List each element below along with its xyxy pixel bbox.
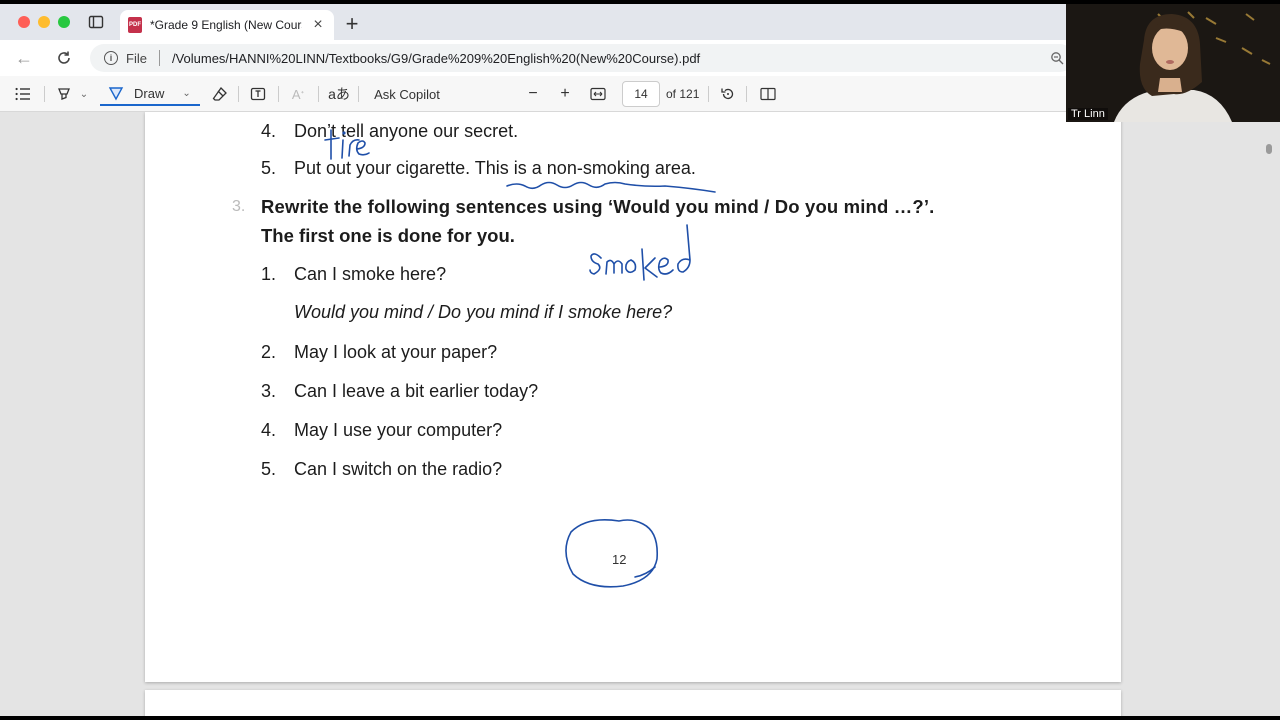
maximize-window-button[interactable] bbox=[58, 16, 70, 28]
toolbar-divider bbox=[708, 86, 709, 102]
close-tab-icon[interactable]: × bbox=[310, 16, 326, 33]
item-text: Can I smoke here? bbox=[294, 264, 447, 284]
item-number: 4. bbox=[261, 420, 277, 440]
item-text: Don’t tell anyone our secret. bbox=[294, 121, 519, 141]
page-number: 12 bbox=[612, 552, 627, 567]
pdf-next-page bbox=[145, 690, 1121, 716]
tab-active[interactable]: PDF *Grade 9 English (New Course) × bbox=[120, 10, 334, 40]
page-view-icon[interactable] bbox=[756, 82, 780, 106]
ink-word-smoked bbox=[589, 224, 691, 281]
tab-title: *Grade 9 English (New Course) bbox=[150, 18, 302, 32]
item-text: Put out your cigarette. This is a non-sm… bbox=[294, 158, 696, 178]
chevron-down-icon: ⌄ bbox=[182, 87, 191, 99]
presenter-video bbox=[1066, 4, 1280, 122]
pdf-icon: PDF bbox=[128, 17, 142, 33]
toolbar-divider bbox=[318, 86, 319, 102]
exercise-instruction: The first one is done for you. bbox=[261, 225, 515, 246]
item-number: 4. bbox=[261, 121, 277, 141]
item-text: May I look at your paper? bbox=[294, 342, 498, 362]
item-number: 2. bbox=[261, 342, 277, 362]
address-bar[interactable]: i File /Volumes/HANNI%20LINN/Textbooks/G… bbox=[90, 44, 1074, 72]
webcam-overlay: Tr Linn bbox=[1066, 4, 1280, 122]
reload-icon[interactable] bbox=[52, 46, 76, 70]
pdf-viewer[interactable]: 4. Don’t tell anyone our secret. 5. Put … bbox=[0, 112, 1280, 716]
pen-icon bbox=[108, 87, 124, 101]
scrollbar-thumb[interactable] bbox=[1266, 144, 1272, 154]
read-aloud-icon[interactable]: Aᐩ bbox=[286, 82, 310, 106]
zoom-icon[interactable] bbox=[1050, 51, 1064, 65]
ask-copilot-button[interactable]: Ask Copilot bbox=[370, 82, 444, 106]
item-number: 1. bbox=[261, 264, 277, 284]
translate-icon[interactable]: aあ bbox=[326, 82, 352, 106]
toolbar-divider bbox=[746, 86, 747, 102]
contents-list-icon[interactable] bbox=[10, 82, 36, 106]
highlight-tool-button[interactable]: ⌄ bbox=[52, 82, 92, 106]
text-box-icon[interactable] bbox=[246, 82, 270, 106]
item-number: 3. bbox=[261, 381, 277, 401]
item-number: 5. bbox=[261, 459, 277, 479]
new-tab-button[interactable]: + bbox=[340, 11, 364, 36]
zoom-in-icon[interactable]: + bbox=[554, 82, 576, 106]
url-divider bbox=[158, 50, 160, 66]
info-icon[interactable]: i bbox=[104, 51, 118, 65]
back-arrow-icon[interactable]: ← bbox=[12, 46, 36, 70]
zoom-out-icon[interactable]: − bbox=[522, 82, 544, 106]
item-number: 5. bbox=[261, 158, 277, 178]
exercise-instruction: Rewrite the following sentences using ‘W… bbox=[261, 196, 935, 217]
close-window-button[interactable] bbox=[18, 16, 30, 28]
chevron-down-icon: ⌄ bbox=[79, 88, 89, 100]
url-scheme: File bbox=[126, 50, 147, 66]
tab-actions-icon[interactable] bbox=[84, 10, 108, 34]
pdf-page: 4. Don’t tell anyone our secret. 5. Put … bbox=[145, 112, 1121, 682]
draw-tool-button[interactable]: Draw ⌄ bbox=[100, 82, 200, 106]
item-text: Can I switch on the radio? bbox=[294, 459, 503, 479]
item-text: May I use your computer? bbox=[294, 420, 503, 440]
item-text: Can I leave a bit earlier today? bbox=[294, 381, 539, 401]
toolbar-divider bbox=[238, 86, 239, 102]
highlighter-icon bbox=[57, 88, 70, 100]
toolbar-divider bbox=[44, 86, 45, 102]
fit-to-width-icon[interactable] bbox=[586, 82, 610, 106]
eraser-icon[interactable] bbox=[208, 82, 232, 106]
example-answer: Would you mind / Do you mind if I smoke … bbox=[294, 302, 673, 322]
draw-label: Draw bbox=[134, 85, 165, 101]
page-number-input[interactable]: 14 bbox=[622, 81, 660, 107]
toolbar-divider bbox=[278, 86, 279, 102]
minimize-window-button[interactable] bbox=[38, 16, 50, 28]
url-text[interactable]: /Volumes/HANNI%20LINN/Textbooks/G9/Grade… bbox=[172, 51, 700, 66]
rotate-icon[interactable] bbox=[716, 82, 740, 106]
toolbar-divider bbox=[358, 86, 359, 102]
presenter-name: Tr Linn bbox=[1068, 108, 1108, 120]
section-number: 3. bbox=[232, 198, 246, 215]
page-total-label: of 121 bbox=[666, 87, 700, 101]
ink-underline bbox=[506, 181, 716, 193]
